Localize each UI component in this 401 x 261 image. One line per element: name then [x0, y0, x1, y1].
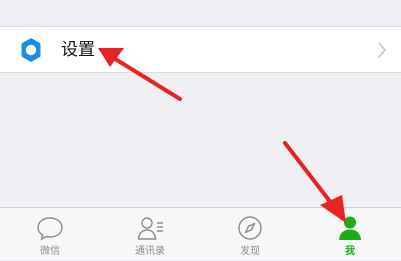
settings-label: 设置 — [61, 40, 95, 60]
bottom-tab-bar: 微信 通讯录 发现 我 — [0, 207, 401, 260]
tab-discover[interactable]: 发现 — [200, 208, 300, 261]
tab-label-wechat: 微信 — [40, 246, 60, 257]
chat-bubble-icon — [37, 217, 63, 241]
tab-me[interactable]: 我 — [300, 208, 400, 261]
tab-contacts[interactable]: 通讯录 — [100, 208, 200, 261]
top-gap — [0, 0, 401, 26]
tab-label-discover: 发现 — [240, 246, 260, 257]
contacts-icon — [137, 217, 163, 240]
gear-icon — [21, 38, 41, 62]
chevron-right-icon — [378, 42, 386, 58]
tab-label-me: 我 — [345, 246, 355, 257]
settings-row[interactable]: 设置 — [0, 26, 401, 73]
compass-icon — [238, 216, 262, 240]
tab-wechat[interactable]: 微信 — [0, 208, 100, 261]
person-icon — [339, 216, 361, 240]
tab-label-contacts: 通讯录 — [135, 246, 165, 257]
